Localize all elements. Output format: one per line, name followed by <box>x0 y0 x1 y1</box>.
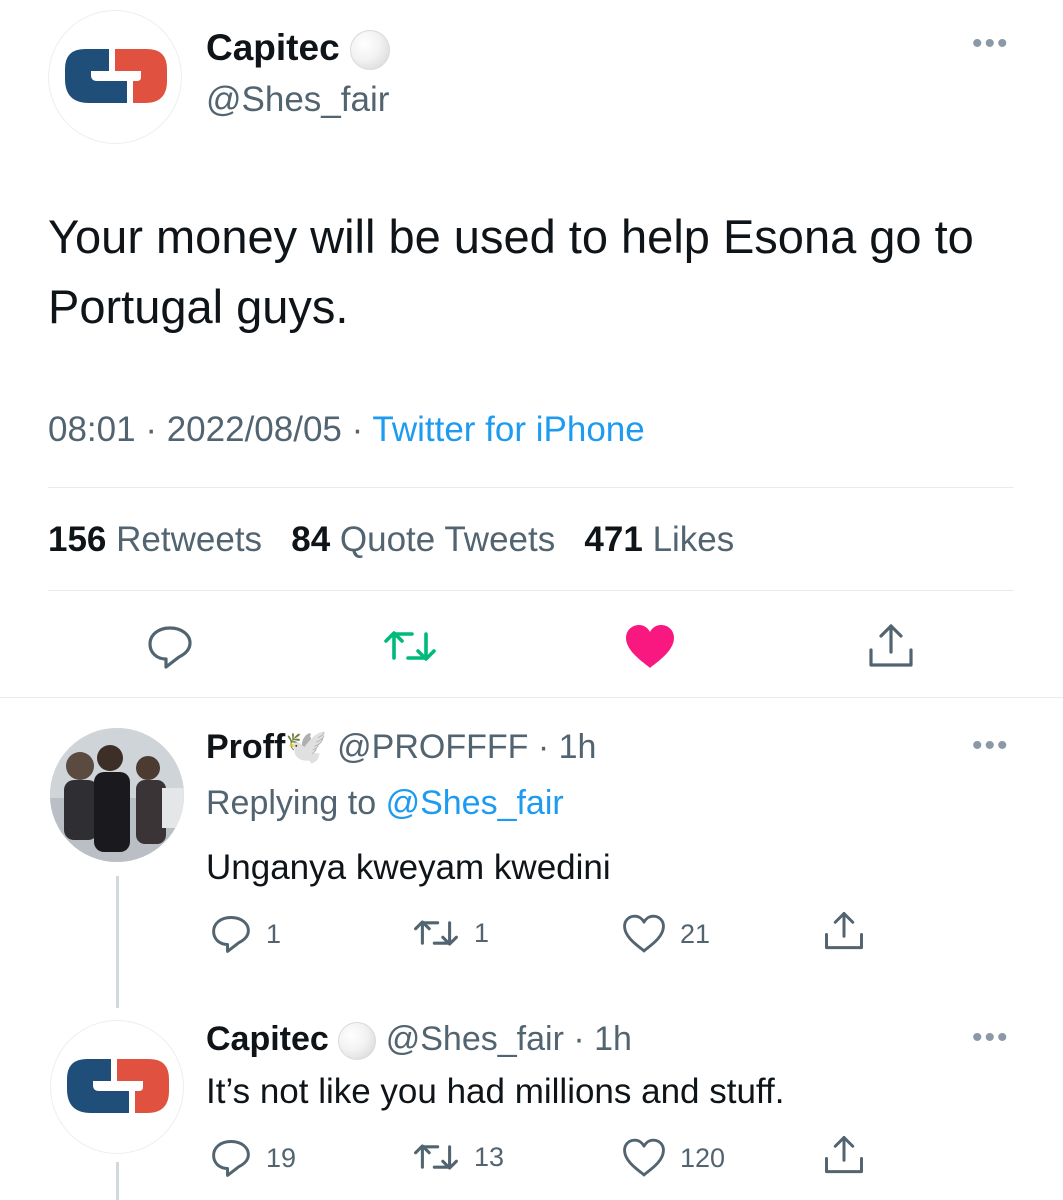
share-button[interactable] <box>866 622 916 670</box>
tweet-source-link[interactable]: Twitter for iPhone <box>372 410 644 449</box>
reply-icon <box>212 916 250 953</box>
tweet-text: Your money will be used to help Esona go… <box>48 210 974 333</box>
reply-text: Unganya kweyam kwedini <box>206 848 611 887</box>
like-button[interactable] <box>624 624 676 670</box>
reply-icon <box>212 1140 250 1177</box>
retweet-button[interactable] <box>382 626 438 666</box>
share-icon <box>869 624 913 667</box>
share-icon <box>825 912 863 950</box>
verified-badge-icon <box>338 1022 377 1061</box>
handle[interactable]: @Shes_fair <box>386 1020 564 1058</box>
capitec-logo-icon <box>65 49 167 103</box>
more-icon[interactable]: ••• <box>972 1023 1010 1053</box>
reply-time[interactable]: 1h <box>594 1020 632 1058</box>
reply-button[interactable]: 19 <box>210 1138 296 1178</box>
share-button[interactable] <box>822 910 866 952</box>
thread-line <box>116 876 119 1008</box>
retweet-count: 13 <box>474 1141 505 1172</box>
quotes-count: 84 <box>291 520 331 559</box>
capitec-avatar[interactable] <box>50 1020 184 1154</box>
reply-count: 19 <box>266 1142 297 1173</box>
divider <box>48 487 1014 488</box>
name-emoji: 🕊️ <box>285 728 328 766</box>
share-button[interactable] <box>822 1134 866 1176</box>
like-button[interactable]: 21 <box>622 914 710 954</box>
retweet-icon <box>384 631 436 661</box>
display-name[interactable]: Capitec <box>206 27 340 68</box>
likes-count: 471 <box>584 520 643 559</box>
replying-to-link[interactable]: @Shes_fair <box>386 784 564 822</box>
more-icon[interactable]: ••• <box>972 731 1010 761</box>
retweet-button[interactable]: 1 <box>412 916 489 950</box>
tweet-date[interactable]: 2022/08/05 <box>167 410 342 449</box>
reply-text: It’s not like you had millions and stuff… <box>206 1072 785 1111</box>
retweet-count: 1 <box>474 917 490 948</box>
display-name[interactable]: Proff <box>206 728 285 766</box>
likes-label: Likes <box>652 520 735 559</box>
divider <box>0 697 1063 698</box>
handle[interactable]: @Shes_fair <box>206 80 389 120</box>
display-name[interactable]: Capitec <box>206 1020 329 1058</box>
profile-photo-icon <box>50 728 184 862</box>
retweets-count: 156 <box>48 520 107 559</box>
like-count: 21 <box>680 918 711 949</box>
retweet-button[interactable]: 13 <box>412 1140 504 1174</box>
retweet-icon <box>414 920 458 946</box>
quotes-stat[interactable]: 84 Quote Tweets <box>291 520 565 559</box>
share-icon <box>825 1136 863 1174</box>
verified-badge-icon <box>349 30 390 71</box>
reply-button[interactable]: 1 <box>210 914 281 954</box>
proff-avatar[interactable] <box>50 728 184 862</box>
like-button[interactable]: 120 <box>622 1138 725 1178</box>
like-icon <box>626 625 674 668</box>
meta-separator: · <box>145 410 157 449</box>
meta-separator: · <box>351 410 364 449</box>
tweet-meta: 08:01 · 2022/08/05 · Twitter for iPhone <box>48 410 645 450</box>
quotes-label: Quote Tweets <box>339 520 556 559</box>
reply-count: 1 <box>266 918 282 949</box>
capitec-logo-icon <box>67 1059 169 1113</box>
retweets-label: Retweets <box>116 520 263 559</box>
reply-icon <box>148 626 192 669</box>
reply-button[interactable] <box>146 624 194 670</box>
divider <box>48 590 1014 591</box>
thread-line <box>116 1162 119 1200</box>
handle[interactable]: @PROFFFF <box>337 728 528 766</box>
retweets-stat[interactable]: 156 Retweets <box>48 520 272 559</box>
like-icon <box>623 1138 665 1177</box>
engagement-stats: 156 Retweets 84 Quote Tweets 471 Likes <box>48 520 734 560</box>
like-count: 120 <box>680 1142 726 1173</box>
reply-time[interactable]: 1h <box>559 728 597 766</box>
replying-label: Replying to <box>206 784 377 822</box>
likes-stat[interactable]: 471 Likes <box>584 520 734 559</box>
capitec-avatar[interactable] <box>48 10 182 144</box>
tweet-time: 08:01 <box>48 410 136 449</box>
retweet-icon <box>414 1144 458 1170</box>
like-icon <box>623 914 665 953</box>
more-icon[interactable]: ••• <box>972 29 1010 59</box>
